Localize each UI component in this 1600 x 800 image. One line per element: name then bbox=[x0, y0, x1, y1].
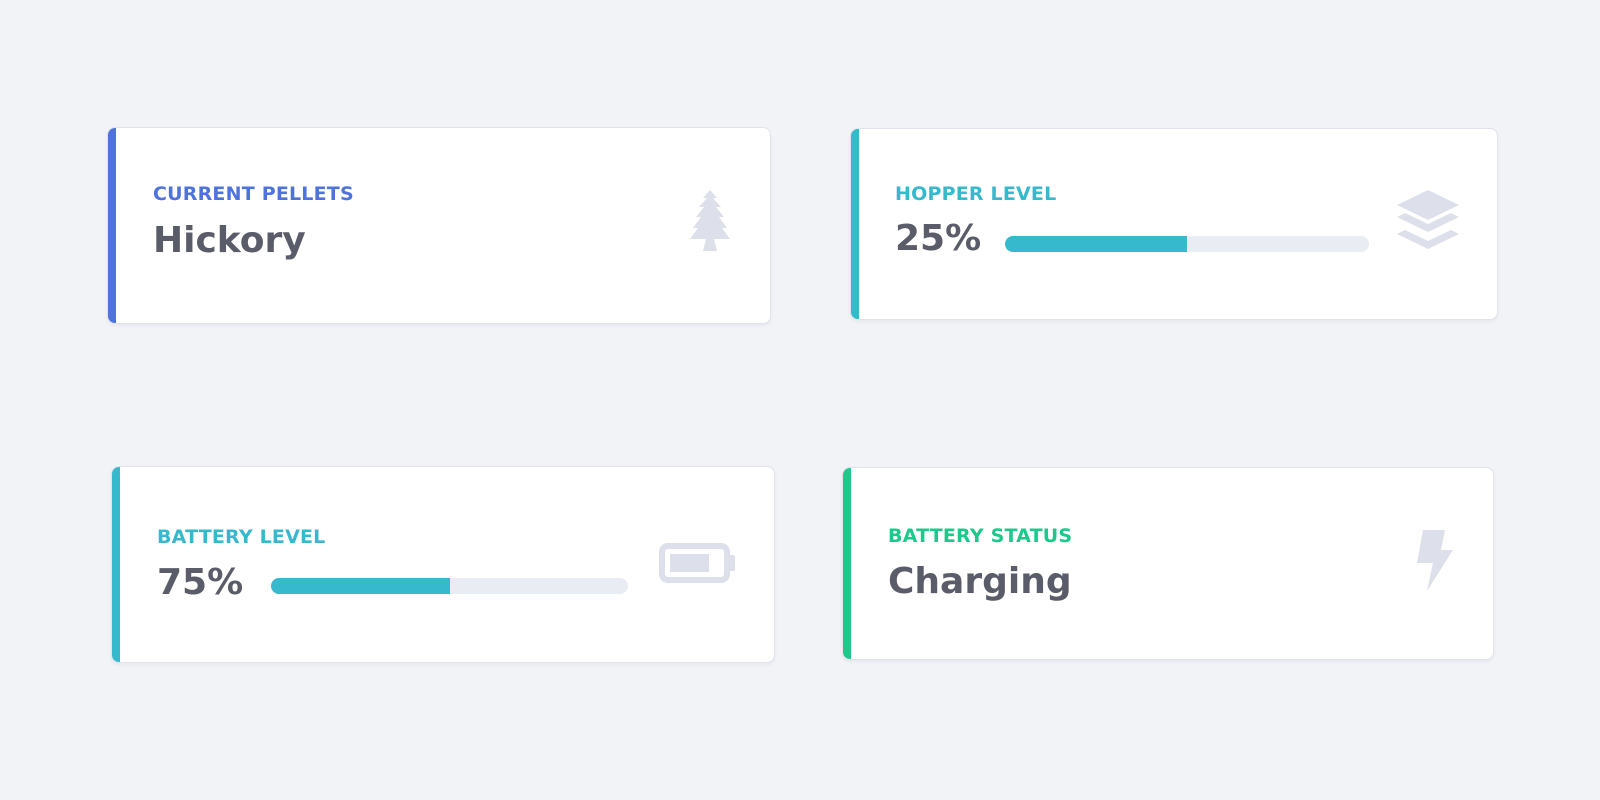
hopper-level-progress-bar bbox=[1005, 236, 1369, 252]
battery-level-progress-bar bbox=[271, 578, 628, 594]
card-accent-bar bbox=[108, 128, 116, 323]
battery-level-label: BATTERY LEVEL bbox=[157, 526, 326, 548]
battery-status-label: BATTERY STATUS bbox=[888, 525, 1073, 547]
bolt-icon bbox=[1414, 530, 1454, 592]
battery-level-card: BATTERY LEVEL 75% bbox=[111, 466, 775, 663]
current-pellets-label: CURRENT PELLETS bbox=[153, 183, 354, 205]
layer-group-icon bbox=[1397, 190, 1459, 252]
hopper-level-label: HOPPER LEVEL bbox=[895, 183, 1057, 205]
battery-three-quarters-icon bbox=[659, 543, 737, 583]
tree-icon bbox=[686, 190, 734, 252]
card-accent-bar bbox=[851, 129, 859, 319]
battery-level-value: 75% bbox=[157, 562, 244, 603]
battery-status-value: Charging bbox=[888, 561, 1072, 602]
card-accent-bar bbox=[112, 467, 120, 662]
current-pellets-card: CURRENT PELLETS Hickory bbox=[107, 127, 771, 324]
hopper-level-card: HOPPER LEVEL 25% bbox=[850, 128, 1498, 320]
battery-status-card: BATTERY STATUS Charging bbox=[842, 467, 1494, 660]
hopper-level-progress-fill bbox=[1005, 236, 1187, 252]
battery-level-progress-fill bbox=[271, 578, 450, 594]
current-pellets-value: Hickory bbox=[153, 220, 306, 261]
hopper-level-value: 25% bbox=[895, 218, 982, 259]
card-accent-bar bbox=[843, 468, 851, 659]
